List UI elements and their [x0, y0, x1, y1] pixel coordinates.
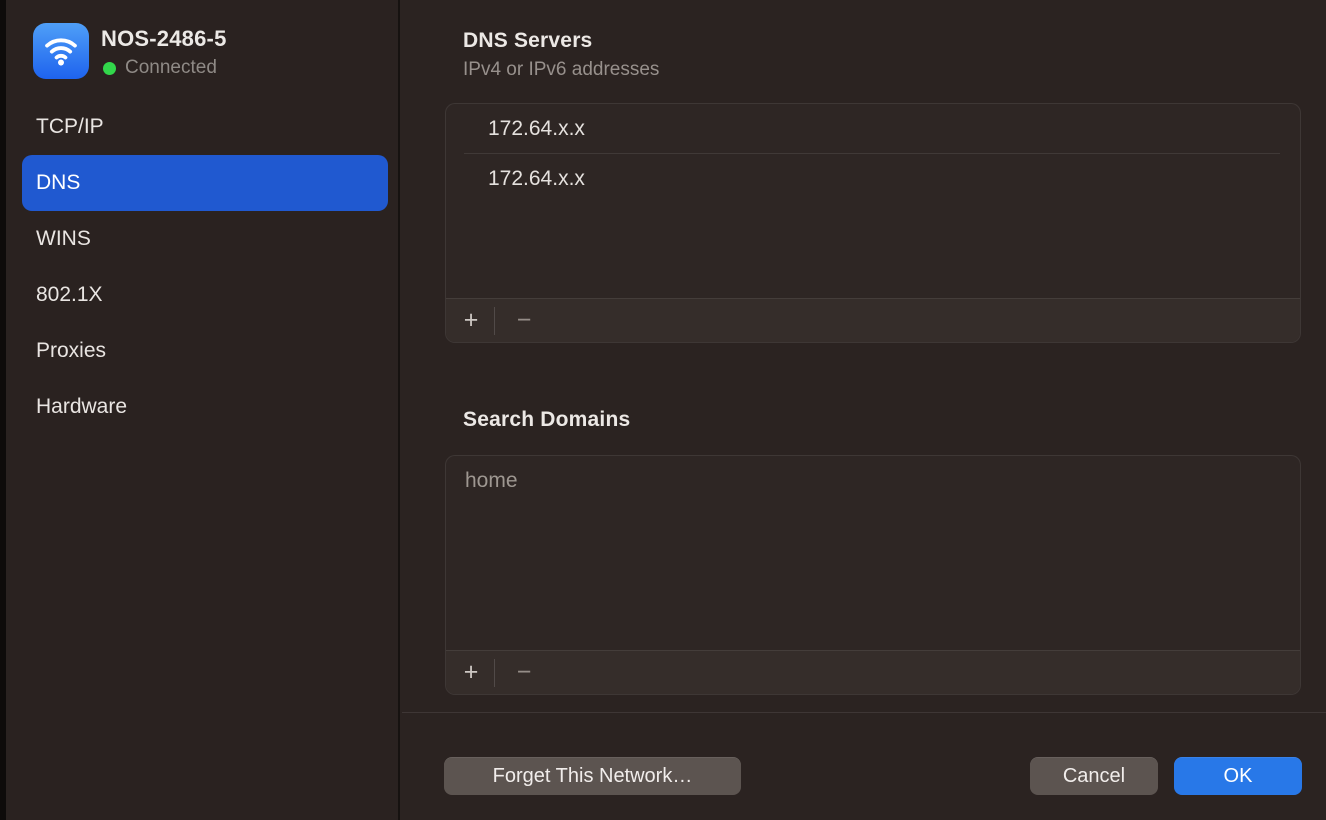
sidebar-item-8021x[interactable]: 802.1X	[22, 267, 388, 323]
dns-servers-toolbar: + −	[446, 298, 1300, 342]
sidebar-item-proxies[interactable]: Proxies	[22, 323, 388, 379]
sidebar-item-hardware[interactable]: Hardware	[22, 379, 388, 435]
sidebar-item-dns[interactable]: DNS	[22, 155, 388, 211]
sidebar-item-wins[interactable]: WINS	[22, 211, 388, 267]
wifi-icon	[33, 23, 89, 79]
sidebar-nav: TCP/IP DNS WINS 802.1X Proxies Hardware	[6, 99, 400, 435]
forget-network-button[interactable]: Forget This Network…	[444, 757, 741, 795]
toolbar-separator	[494, 659, 495, 687]
dns-servers-title: DNS Servers	[463, 29, 592, 53]
search-domains-toolbar: + −	[446, 650, 1300, 694]
status-dot	[103, 62, 116, 75]
search-domain-row[interactable]: home	[446, 456, 1300, 505]
dns-server-row[interactable]: 172.64.x.x	[446, 154, 1300, 203]
sidebar-item-tcpip[interactable]: TCP/IP	[22, 99, 388, 155]
dns-server-row[interactable]: 172.64.x.x	[446, 104, 1300, 153]
ok-button[interactable]: OK	[1174, 757, 1302, 795]
status-text: Connected	[125, 57, 217, 79]
dns-servers-subtitle: IPv4 or IPv6 addresses	[463, 59, 659, 81]
remove-search-domain-button[interactable]: −	[507, 656, 541, 690]
network-name: NOS-2486-5	[101, 26, 227, 52]
toolbar-separator	[494, 307, 495, 335]
sidebar: NOS-2486-5 Connected TCP/IP DNS WINS 802…	[6, 0, 400, 820]
add-search-domain-button[interactable]: +	[454, 656, 488, 690]
cancel-button[interactable]: Cancel	[1030, 757, 1158, 795]
search-domains-title: Search Domains	[463, 408, 630, 432]
dns-servers-list: 172.64.x.x 172.64.x.x + −	[445, 103, 1301, 343]
dns-settings-panel: DNS Servers IPv4 or IPv6 addresses 172.6…	[402, 0, 1326, 820]
add-dns-server-button[interactable]: +	[454, 304, 488, 338]
search-domains-list: home + −	[445, 455, 1301, 695]
connection-status: Connected	[103, 57, 217, 79]
remove-dns-server-button[interactable]: −	[507, 304, 541, 338]
footer-divider	[402, 712, 1326, 713]
